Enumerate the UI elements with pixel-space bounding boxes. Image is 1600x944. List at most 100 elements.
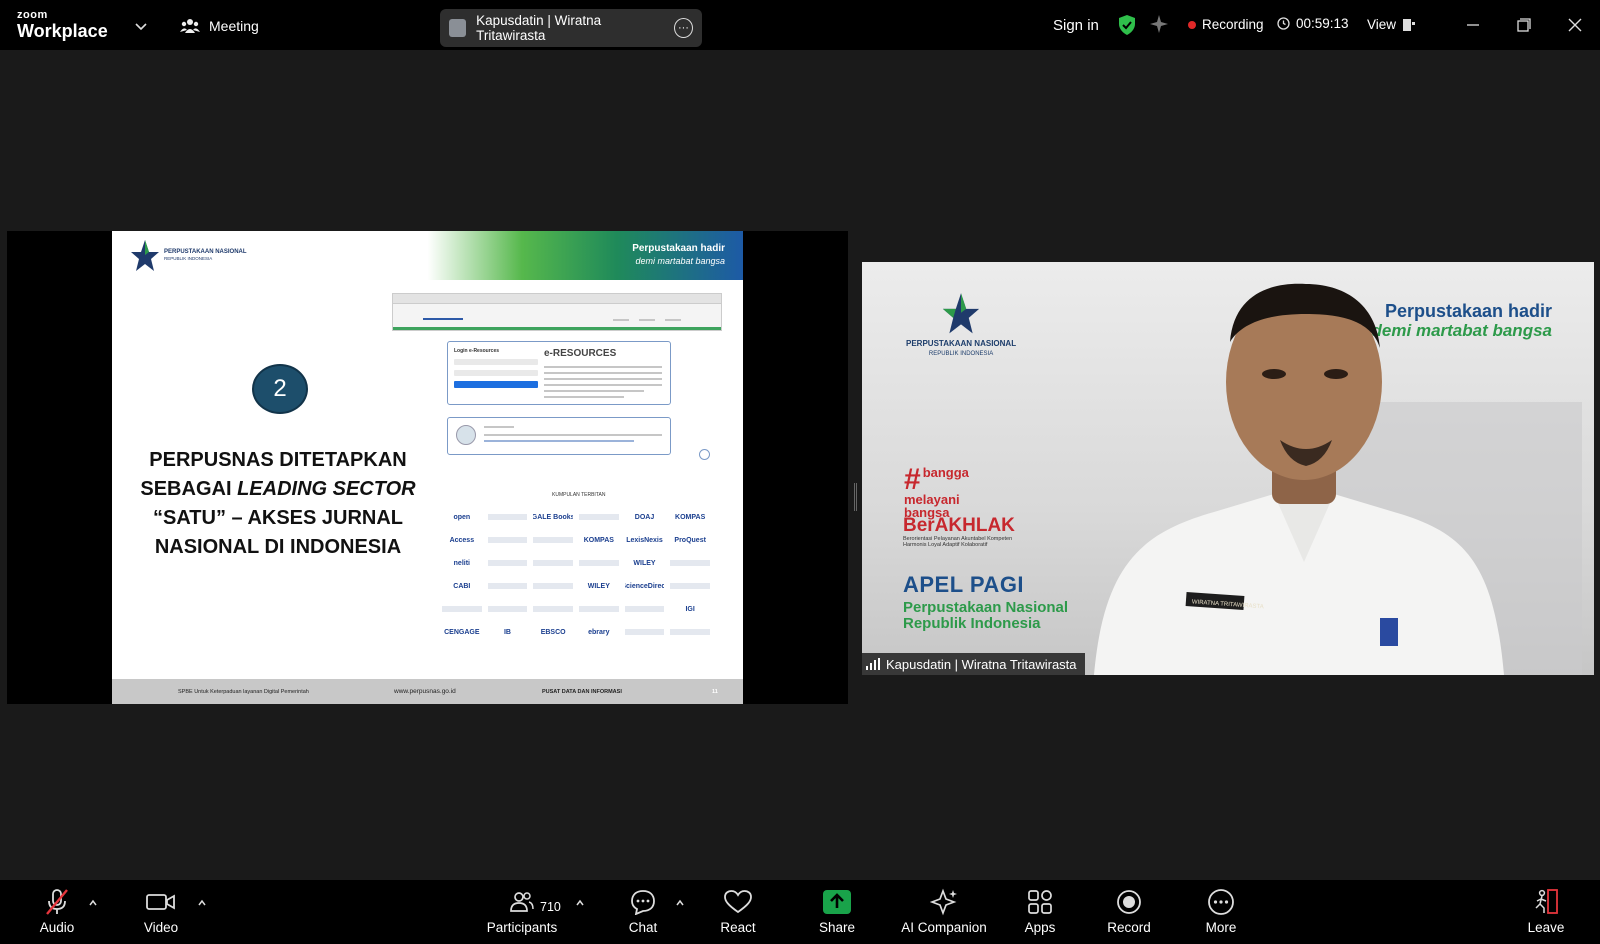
view-label: View	[1367, 17, 1397, 32]
active-speaker-pill[interactable]: Kapusdatin | Wiratna Tritawirasta ···	[440, 9, 702, 47]
audio-options-caret-icon[interactable]	[88, 898, 98, 908]
recording-indicator[interactable]: Recording	[1188, 17, 1264, 32]
kumpulan-heading: KUMPULAN TERBITAN	[552, 492, 606, 498]
publisher-logo	[487, 560, 528, 566]
publisher-logo	[487, 583, 528, 589]
publisher-logo	[533, 537, 573, 543]
audio-label: Audio	[39, 920, 75, 935]
split-view-handle[interactable]	[854, 483, 857, 511]
video-button[interactable]: Video	[116, 886, 206, 935]
bangga-melayani-bangsa: # bangga melayani bangsa	[904, 463, 969, 520]
title-line-4: NASIONAL DI INDONESIA	[154, 536, 402, 558]
ai-companion-button[interactable]: AI Companion	[899, 886, 989, 935]
clock-icon	[1277, 17, 1290, 30]
chevron-down-icon[interactable]	[133, 18, 149, 34]
sparkle-icon[interactable]	[1149, 14, 1169, 34]
zoom-workplace-logo: zoom Workplace	[17, 9, 108, 41]
meeting-timer: 00:59:13	[1277, 16, 1349, 31]
more-button[interactable]: More	[1176, 886, 1266, 935]
participant-name-tag: Kapusdatin | Wiratna Tritawirasta	[862, 653, 1085, 675]
publisher-logo	[670, 583, 710, 589]
minimize-icon	[1467, 24, 1479, 26]
footer-url: www.perpusnas.go.id	[394, 688, 456, 695]
publisher-logo: CENGAGE	[444, 628, 480, 636]
close-button[interactable]	[1564, 14, 1586, 36]
share-button[interactable]: Share	[792, 886, 882, 935]
audio-button[interactable]: Audio	[12, 886, 102, 935]
text-line	[544, 390, 644, 392]
chat-label: Chat	[628, 920, 658, 935]
video-options-caret-icon[interactable]	[197, 898, 207, 908]
more-options-icon[interactable]: ···	[673, 18, 694, 38]
restore-button[interactable]	[1513, 14, 1535, 36]
site-logo	[423, 318, 463, 320]
record-button[interactable]: Record	[1084, 886, 1174, 935]
text-line	[484, 426, 514, 428]
help-card	[447, 417, 671, 455]
perpusnas-logo: PERPUSTAKAAN NASIONAL REPUBLIK INDONESIA	[130, 239, 247, 273]
text-line	[544, 378, 662, 380]
participants-icon	[510, 892, 534, 912]
meeting-toolbar: Audio Video Participants 710 Chat React …	[0, 880, 1600, 944]
leave-button[interactable]: Leave	[1501, 886, 1591, 935]
brand-large: Workplace	[17, 21, 108, 41]
perpusnas-text: Perpustakaan Nasional Republik Indonesia	[903, 599, 1069, 633]
view-menu[interactable]: View	[1367, 17, 1416, 32]
slide-title: PERPUSNAS DITETAPKAN SEBAGAI LEADING SEC…	[140, 446, 416, 562]
eresources-heading: e-RESOURCES	[544, 348, 617, 359]
publisher-logo: IGI	[685, 605, 695, 613]
publisher-logo	[533, 560, 573, 566]
video-org-sub: REPUBLIK INDONESIA	[928, 351, 994, 358]
brand-small: zoom	[17, 9, 48, 21]
publisher-logo	[624, 629, 665, 635]
publisher-logo: WILEY	[633, 559, 656, 567]
publisher-logo: DOAJ	[634, 513, 655, 521]
leave-door-icon	[1535, 889, 1558, 914]
publisher-logo: WILEY	[587, 582, 610, 590]
publisher-logo: KOMPAS	[675, 513, 706, 521]
ai-sparkle-icon	[930, 888, 957, 916]
chat-bubble-icon	[631, 890, 655, 915]
slide-footer: SPBE Untuk Keterpaduan layanan Digital P…	[112, 679, 743, 704]
perpusnas-line-1: Perpustakaan Nasional	[903, 599, 1069, 616]
chat-options-caret-icon[interactable]	[675, 898, 685, 908]
meeting-menu[interactable]: Meeting	[180, 17, 259, 35]
slide-org-sub: REPUBLIK INDONESIA	[164, 256, 213, 261]
shield-check-icon[interactable]	[1118, 14, 1136, 36]
participants-options-caret-icon[interactable]	[575, 898, 585, 908]
video-perpusnas-logo: PERPUSTAKAAN NASIONAL REPUBLIK INDONESIA	[906, 292, 1016, 358]
timer-value: 00:59:13	[1296, 16, 1349, 31]
publisher-logo	[579, 606, 619, 612]
participant-video-tile[interactable]: PERPUSTAKAAN NASIONAL REPUBLIK INDONESIA…	[862, 262, 1594, 675]
publisher-logo	[533, 606, 573, 612]
speaker-thumbnail	[449, 19, 467, 37]
minimize-button[interactable]	[1462, 14, 1484, 36]
eresources-card: Login e-Resources e-RESOURCES	[447, 341, 671, 405]
presentation-slide: PERPUSTAKAAN NASIONAL REPUBLIK INDONESIA …	[112, 231, 743, 704]
title-line-2a: SEBAGAI	[140, 478, 238, 500]
participants-label: Participants	[486, 920, 558, 935]
record-icon	[1117, 890, 1141, 914]
signal-bars-icon	[866, 658, 880, 670]
text-line	[484, 440, 634, 442]
sign-in-link[interactable]: Sign in	[1053, 17, 1099, 34]
text-line	[544, 366, 662, 368]
help-avatar-icon	[456, 425, 476, 445]
nav-item	[613, 319, 629, 321]
text-line	[544, 372, 662, 374]
chat-button[interactable]: Chat	[598, 886, 688, 935]
share-screen-icon	[823, 890, 851, 914]
apps-button[interactable]: Apps	[995, 886, 1085, 935]
publisher-logo	[533, 583, 573, 589]
slide-org-name: PERPUSTAKAAN NASIONAL	[164, 249, 247, 256]
video-camera-icon	[146, 894, 175, 910]
perpusnas-line-2: Republik Indonesia	[903, 615, 1041, 633]
shared-screen[interactable]: PERPUSTAKAAN NASIONAL REPUBLIK INDONESIA …	[7, 231, 848, 704]
react-button[interactable]: React	[693, 886, 783, 935]
star-logo-icon	[131, 240, 159, 271]
publisher-logo-grid: open GALE Books DOAJ KOMPAS Access KOMPAS Lexi…	[442, 511, 710, 638]
video-label: Video	[143, 920, 179, 935]
berakhlak-logo: BerAKHLAK	[903, 515, 1015, 536]
publisher-logo: ProQuest	[674, 536, 706, 544]
microphone-muted-icon	[46, 889, 68, 915]
